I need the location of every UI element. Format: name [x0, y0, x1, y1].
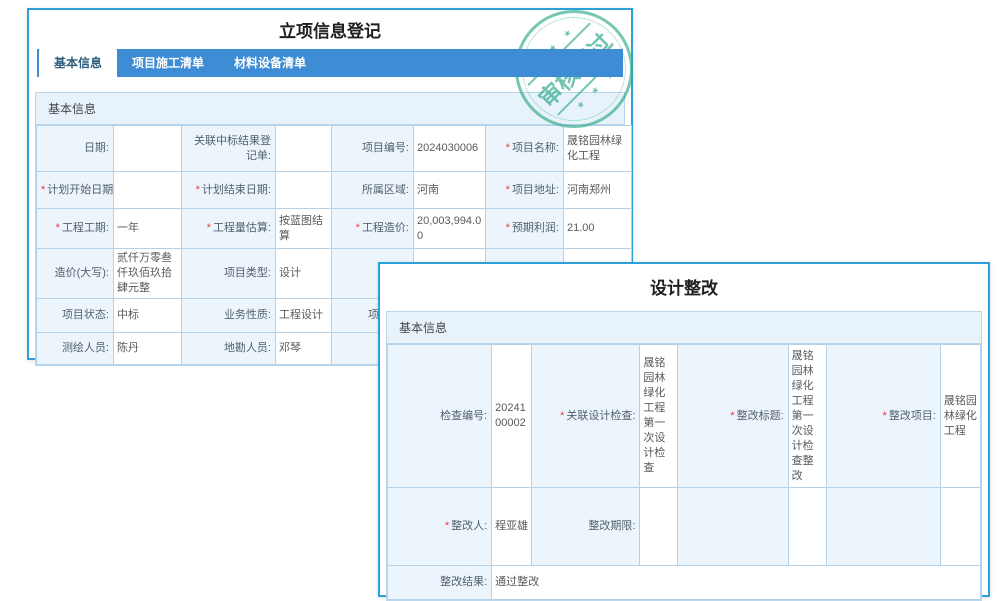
field-label — [678, 488, 788, 566]
required-asterisk: * — [56, 222, 60, 234]
field-value: 设计 — [276, 249, 332, 299]
table-row: *整改人:程亚雄整改期限: — [388, 488, 981, 566]
page-title-rectification: 设计整改 — [380, 264, 988, 301]
table-row: *工程工期:一年*工程量估算:按蓝图结算*工程造价:20,003,994.00*… — [37, 209, 632, 249]
field-value: 晟铭园林绿化工程第一次设计检查 — [640, 345, 678, 488]
field-value: 一年 — [114, 209, 182, 249]
field-value: 河南 — [414, 172, 486, 209]
tab-basic-info[interactable]: 基本信息 — [39, 47, 117, 77]
field-label: *工程工期: — [37, 209, 114, 249]
field-value: 邓琴 — [276, 333, 332, 365]
field-value — [114, 126, 182, 172]
field-label: 整改结果: — [388, 566, 492, 600]
field-label: 检查编号: — [388, 345, 492, 488]
field-value: 晟铭园林绿化工程第一次设计检查整改 — [788, 345, 826, 488]
field-label: 项目类型: — [182, 249, 276, 299]
field-label: *计划开始日期: — [37, 172, 114, 209]
field-value: 工程设计 — [276, 299, 332, 333]
table-row: 整改结果:通过整改 — [388, 566, 981, 600]
required-asterisk: * — [356, 222, 360, 234]
tab-material-equipment-list[interactable]: 材料设备清单 — [219, 49, 321, 77]
field-label: *工程量估算: — [182, 209, 276, 249]
field-label: *计划结束日期: — [182, 172, 276, 209]
section-header: 基本信息 — [36, 93, 624, 125]
required-asterisk: * — [445, 520, 449, 532]
field-value: 21.00 — [564, 209, 632, 249]
field-label: *整改项目: — [826, 345, 940, 488]
field-label: 造价(大写): — [37, 249, 114, 299]
required-asterisk: * — [41, 184, 45, 196]
tab-bar: 基本信息 项目施工清单 材料设备清单 — [37, 49, 623, 77]
field-value — [276, 126, 332, 172]
field-value: 晟铭园林绿化工程 — [940, 345, 980, 488]
field-label: 关联中标结果登记单: — [182, 126, 276, 172]
field-value: 贰仟万零叁仟玖佰玖拾肆元整 — [114, 249, 182, 299]
required-asterisk: * — [506, 222, 510, 234]
field-label: 整改期限: — [532, 488, 640, 566]
field-label: *工程造价: — [332, 209, 414, 249]
required-asterisk: * — [883, 410, 887, 422]
tab-project-construction-list[interactable]: 项目施工清单 — [117, 49, 219, 77]
rectification-form-body: 检查编号:2024100002*关联设计检查:晟铭园林绿化工程第一次设计检查*整… — [388, 345, 981, 600]
required-asterisk: * — [207, 222, 211, 234]
section-header-2: 基本信息 — [387, 312, 981, 344]
field-label: 日期: — [37, 126, 114, 172]
table-row: 检查编号:2024100002*关联设计检查:晟铭园林绿化工程第一次设计检查*整… — [388, 345, 981, 488]
field-label: 地勘人员: — [182, 333, 276, 365]
field-label — [826, 488, 940, 566]
field-value: 程亚雄 — [492, 488, 532, 566]
field-label: 测绘人员: — [37, 333, 114, 365]
table-row: *计划开始日期: *计划结束日期: 所属区域:河南*项目地址:河南郑州 — [37, 172, 632, 209]
rectification-window: 设计整改 基本信息 检查编号:2024100002*关联设计检查:晟铭园林绿化工… — [378, 262, 990, 597]
field-label: *项目名称: — [486, 126, 564, 172]
field-label: *整改人: — [388, 488, 492, 566]
field-label: *整改标题: — [678, 345, 788, 488]
required-asterisk: * — [730, 410, 734, 422]
field-value: 陈丹 — [114, 333, 182, 365]
field-value: 2024100002 — [492, 345, 532, 488]
field-label: *项目地址: — [486, 172, 564, 209]
field-value — [114, 172, 182, 209]
field-value: 2024030006 — [414, 126, 486, 172]
required-asterisk: * — [560, 410, 564, 422]
field-value: 晟铭园林绿化工程 — [564, 126, 632, 172]
field-label: 项目编号: — [332, 126, 414, 172]
rectification-form-table: 检查编号:2024100002*关联设计检查:晟铭园林绿化工程第一次设计检查*整… — [387, 344, 981, 600]
field-label: 所属区域: — [332, 172, 414, 209]
required-asterisk: * — [506, 184, 510, 196]
required-asterisk: * — [196, 184, 200, 196]
field-label: *关联设计检查: — [532, 345, 640, 488]
required-asterisk: * — [506, 142, 510, 154]
page-title-registration: 立项信息登记 — [29, 10, 631, 44]
field-value: 20,003,994.00 — [414, 209, 486, 249]
field-label: *预期利润: — [486, 209, 564, 249]
field-value — [788, 488, 826, 566]
field-value: 按蓝图结算 — [276, 209, 332, 249]
field-value — [640, 488, 678, 566]
field-value: 河南郑州 — [564, 172, 632, 209]
table-row: 日期: 关联中标结果登记单: 项目编号:2024030006*项目名称:晟铭园林绿化… — [37, 126, 632, 172]
field-label: 业务性质: — [182, 299, 276, 333]
field-value — [276, 172, 332, 209]
field-value: 通过整改 — [492, 566, 981, 600]
field-value: 中标 — [114, 299, 182, 333]
field-label: 项目状态: — [37, 299, 114, 333]
field-value — [940, 488, 980, 566]
basic-info-section-2: 基本信息 检查编号:2024100002*关联设计检查:晟铭园林绿化工程第一次设… — [386, 311, 982, 601]
